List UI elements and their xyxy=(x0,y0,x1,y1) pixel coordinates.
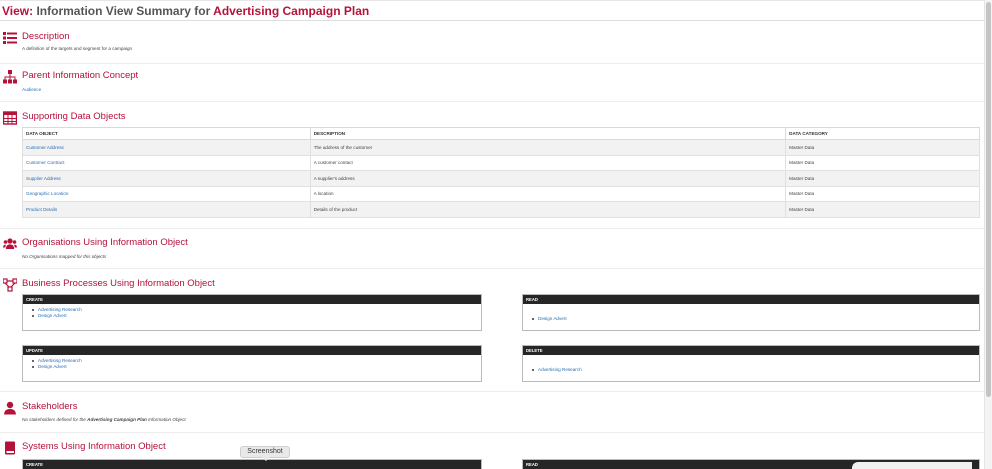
read-header: READ xyxy=(523,295,979,304)
list-icon xyxy=(3,32,17,44)
data-object-description: A location xyxy=(309,185,787,202)
stakeholders-text-object: Advertising Campaign Plan xyxy=(87,417,147,422)
process-update-box: UPDATE Advertising Research Design Adver… xyxy=(22,345,482,382)
supporting-data-objects-title: Supporting Data Objects xyxy=(22,111,126,122)
view-prefix: View: xyxy=(2,4,34,18)
overlay-shadow xyxy=(852,462,972,469)
description-section: Description A definition of the targets … xyxy=(0,31,984,61)
systems-create-box: CREATE xyxy=(22,459,482,469)
description-title: Description xyxy=(22,31,70,42)
title-subject: Advertising Campaign Plan xyxy=(213,4,370,18)
list-item[interactable]: Design Advert xyxy=(32,364,481,370)
update-process-list: Advertising Research Design Advert xyxy=(23,355,481,370)
table-header-row: DATA OBJECT DESCRIPTION DATA CATEGORY xyxy=(22,127,980,140)
data-object-category: Master Data xyxy=(785,154,980,171)
parent-concept-title: Parent Information Concept xyxy=(22,70,139,81)
read-process-list: Design Advert xyxy=(523,304,979,322)
divider xyxy=(0,268,984,269)
users-icon xyxy=(3,238,17,249)
list-item[interactable]: Design Advert xyxy=(532,316,979,322)
stakeholders-title: Stakeholders xyxy=(22,401,78,412)
parent-concept-section: Parent Information Concept Audience xyxy=(0,70,984,98)
process-read-box: READ Design Advert xyxy=(522,294,980,331)
create-process-list: Advertising Research Design Advert xyxy=(23,304,481,319)
business-processes-title: Business Processes Using Information Obj… xyxy=(22,278,215,289)
data-object-link[interactable]: Customer Address xyxy=(22,139,311,156)
data-object-link[interactable]: Customer Contract xyxy=(22,154,311,171)
update-header: UPDATE xyxy=(23,346,481,355)
scrollbar-thumb[interactable] xyxy=(986,2,991,397)
divider xyxy=(0,432,984,433)
top-border xyxy=(0,0,992,1)
data-object-link[interactable]: Product Details xyxy=(22,201,311,218)
data-object-category: Master Data xyxy=(785,201,980,218)
column-header-data-category: DATA CATEGORY xyxy=(785,127,980,140)
process-create-box: CREATE Advertising Research Design Adver… xyxy=(22,294,482,331)
systems-title: Systems Using Information Object xyxy=(22,441,166,452)
sitemap-icon xyxy=(3,70,17,84)
data-object-link[interactable]: Geographic Location xyxy=(22,185,311,202)
systems-create-header: CREATE xyxy=(23,460,481,469)
data-object-link[interactable]: Supplier Address xyxy=(22,170,311,187)
data-object-description: The address of the customer xyxy=(309,139,787,156)
table-row: Product Details Details of the product M… xyxy=(22,201,980,218)
organisations-section: Organisations Using Information Object N… xyxy=(0,237,984,265)
title-middle: Information View Summary for xyxy=(33,4,214,18)
table-row: Customer Contract A customer contact Mas… xyxy=(22,154,980,171)
delete-process-list: Advertising Research xyxy=(523,355,979,373)
page-title: View: Information View Summary for Adver… xyxy=(2,4,369,18)
supporting-data-objects-section: Supporting Data Objects DATA OBJECT DESC… xyxy=(0,111,984,226)
data-objects-table: DATA OBJECT DESCRIPTION DATA CATEGORY Cu… xyxy=(22,127,980,218)
parent-concept-link[interactable]: Audience xyxy=(22,87,41,92)
organisations-empty-text: No Organisations mapped for this objects xyxy=(22,254,107,259)
table-row: Supplier Address A supplier's address Ma… xyxy=(22,170,980,187)
stakeholders-section: Stakeholders No stakeholders defined for… xyxy=(0,401,984,429)
column-header-description: DESCRIPTION xyxy=(309,127,787,140)
organisations-title: Organisations Using Information Object xyxy=(22,237,188,248)
table-row: Geographic Location A location Master Da… xyxy=(22,185,980,202)
data-object-category: Master Data xyxy=(785,185,980,202)
table-row: Customer Address The address of the cust… xyxy=(22,139,980,156)
divider xyxy=(0,228,984,229)
create-header: CREATE xyxy=(23,295,481,304)
user-icon xyxy=(4,401,16,415)
title-divider xyxy=(0,20,984,21)
data-object-description: Details of the product xyxy=(309,201,787,218)
process-icon xyxy=(3,278,17,292)
list-item[interactable]: Advertising Research xyxy=(532,367,979,373)
screenshot-tooltip: Screenshot xyxy=(240,446,290,461)
table-icon xyxy=(3,111,17,125)
stakeholders-text-after: Information Object xyxy=(146,417,186,422)
data-object-category: Master Data xyxy=(785,170,980,187)
book-icon xyxy=(5,441,15,455)
data-object-category: Master Data xyxy=(785,139,980,156)
data-object-description: A supplier's address xyxy=(309,170,787,187)
stakeholders-text-before: No stakeholders defined for the xyxy=(22,417,88,422)
list-item[interactable]: Design Advert xyxy=(32,313,481,319)
data-object-description: A customer contact xyxy=(309,154,787,171)
divider xyxy=(0,391,984,392)
divider xyxy=(0,63,984,64)
process-delete-box: DELETE Advertising Research xyxy=(522,345,980,382)
column-header-data-object: DATA OBJECT xyxy=(22,127,311,140)
delete-header: DELETE xyxy=(523,346,979,355)
description-text: A definition of the targets and segment … xyxy=(22,46,133,51)
stakeholders-empty-text: No stakeholders defined for the Advertis… xyxy=(22,417,186,422)
vertical-scrollbar[interactable] xyxy=(984,0,992,469)
divider xyxy=(0,101,984,102)
